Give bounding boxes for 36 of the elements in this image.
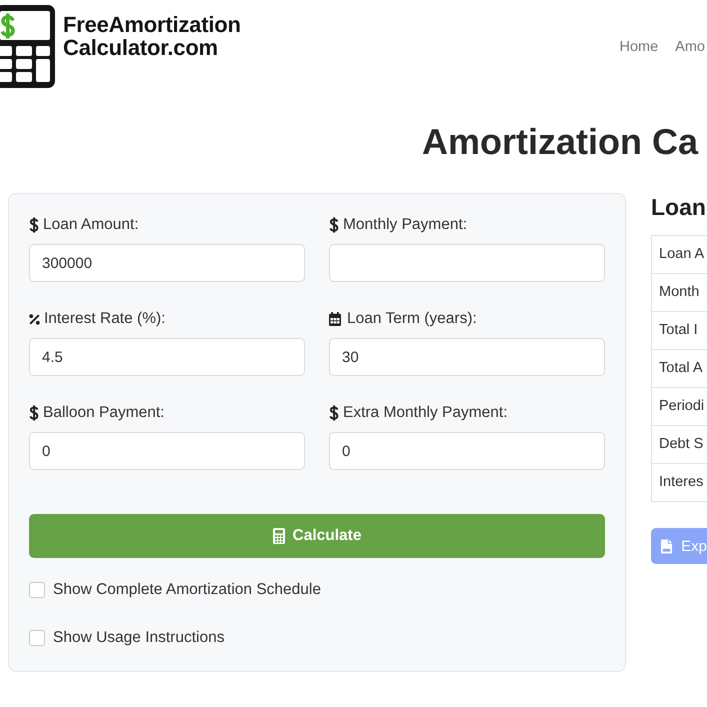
calendar-icon (329, 312, 341, 326)
table-cell: Total A (652, 349, 707, 387)
section-heading: Loan (651, 193, 706, 221)
dollar-icon (329, 405, 339, 421)
field-label: Monthly Payment: (343, 216, 468, 234)
input-field[interactable]: 0 (329, 432, 605, 470)
table-cell: Month (652, 273, 707, 311)
table-cell: Periodi (652, 387, 707, 425)
input-field[interactable]: 30 (329, 338, 605, 376)
table-cell: Interes (652, 463, 707, 501)
nav-link[interactable]: Home (619, 39, 658, 56)
checkbox-label[interactable]: Show Complete Amortization Schedule (53, 581, 321, 599)
input-field[interactable]: 4.5 (29, 338, 305, 376)
percent-icon (29, 314, 40, 324)
field-label: Interest Rate (%): (44, 310, 166, 328)
pdf-file-icon (661, 538, 672, 554)
checkbox[interactable] (29, 630, 45, 646)
nav-link[interactable]: Amo (675, 39, 705, 56)
dollar-icon (29, 405, 39, 421)
table-cell-text: Loan A (658, 245, 706, 264)
logo-text[interactable]: FreeAmortization Calculator.com (63, 13, 241, 59)
checkbox-label[interactable]: Show Usage Instructions (53, 629, 224, 647)
table-cell: Debt S (652, 425, 707, 463)
field-label: Extra Monthly Payment: (343, 404, 508, 422)
field-label: Loan Term (years): (347, 310, 477, 328)
dollar-icon (29, 217, 39, 233)
input-field[interactable] (329, 244, 605, 282)
input-field[interactable]: 0 (29, 432, 305, 470)
page-title: Amortization Ca (422, 120, 698, 164)
calculator-icon (272, 528, 285, 544)
dollar-icon (329, 217, 339, 233)
input-field[interactable]: 300000 (29, 244, 305, 282)
field-label: Loan Amount: (43, 216, 139, 234)
field-label: Balloon Payment: (43, 404, 164, 422)
table-cell: Total I (652, 311, 707, 349)
checkbox[interactable] (29, 582, 45, 598)
